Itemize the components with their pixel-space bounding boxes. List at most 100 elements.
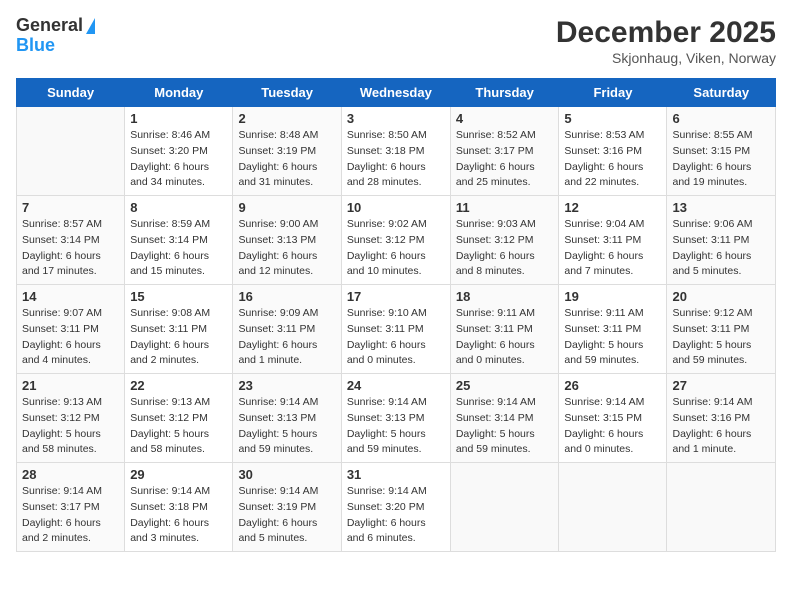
calendar-day-cell: 3 Sunrise: 8:50 AMSunset: 3:18 PMDaylight… bbox=[341, 107, 450, 196]
calendar-day-header: Tuesday bbox=[233, 79, 341, 107]
calendar-day-cell: 29 Sunrise: 9:14 AMSunset: 3:18 PMDayligh… bbox=[125, 463, 233, 552]
calendar-day-header: Sunday bbox=[17, 79, 125, 107]
day-info: Sunrise: 9:14 AMSunset: 3:15 PMDaylight:… bbox=[564, 395, 661, 458]
calendar-day-cell: 12 Sunrise: 9:04 AMSunset: 3:11 PMDayligh… bbox=[559, 196, 667, 285]
calendar-day-cell: 27 Sunrise: 9:14 AMSunset: 3:16 PMDayligh… bbox=[667, 374, 776, 463]
calendar-day-header: Saturday bbox=[667, 79, 776, 107]
calendar-day-cell: 30 Sunrise: 9:14 AMSunset: 3:19 PMDayligh… bbox=[233, 463, 341, 552]
calendar-day-cell: 24Sunrise: 9:14 AMSunset: 3:13 PMDayligh… bbox=[341, 374, 450, 463]
day-number: 17 bbox=[347, 289, 445, 304]
calendar-day-cell: 18 Sunrise: 9:11 AMSunset: 3:11 PMDayligh… bbox=[450, 285, 559, 374]
day-info: Sunrise: 9:13 AMSunset: 3:12 PMDaylight:… bbox=[130, 395, 227, 458]
calendar-day-cell: 14 Sunrise: 9:07 AMSunset: 3:11 PMDayligh… bbox=[17, 285, 125, 374]
calendar-day-header: Wednesday bbox=[341, 79, 450, 107]
calendar-day-cell: 10 Sunrise: 9:02 AMSunset: 3:12 PMDayligh… bbox=[341, 196, 450, 285]
day-number: 1 bbox=[130, 111, 227, 126]
day-info: Sunrise: 9:14 AMSunset: 3:17 PMDaylight:… bbox=[22, 484, 119, 547]
calendar-day-cell: 19Sunrise: 9:11 AMSunset: 3:11 PMDayligh… bbox=[559, 285, 667, 374]
day-number: 14 bbox=[22, 289, 119, 304]
day-info: Sunrise: 9:06 AMSunset: 3:11 PMDaylight:… bbox=[672, 217, 770, 280]
day-number: 29 bbox=[130, 467, 227, 482]
day-number: 3 bbox=[347, 111, 445, 126]
day-number: 31 bbox=[347, 467, 445, 482]
day-number: 30 bbox=[238, 467, 335, 482]
logo: General Blue bbox=[16, 16, 95, 56]
day-number: 21 bbox=[22, 378, 119, 393]
day-number: 11 bbox=[456, 200, 554, 215]
day-info: Sunrise: 9:07 AMSunset: 3:11 PMDaylight:… bbox=[22, 306, 119, 369]
day-info: Sunrise: 8:52 AMSunset: 3:17 PMDaylight:… bbox=[456, 128, 554, 191]
day-info: Sunrise: 9:00 AMSunset: 3:13 PMDaylight:… bbox=[238, 217, 335, 280]
day-number: 9 bbox=[238, 200, 335, 215]
day-number: 18 bbox=[456, 289, 554, 304]
day-info: Sunrise: 9:14 AMSunset: 3:20 PMDaylight:… bbox=[347, 484, 445, 547]
day-number: 26 bbox=[564, 378, 661, 393]
day-info: Sunrise: 9:13 AMSunset: 3:12 PMDaylight:… bbox=[22, 395, 119, 458]
calendar-week-row: 28 Sunrise: 9:14 AMSunset: 3:17 PMDayligh… bbox=[17, 463, 776, 552]
page-subtitle: Skjonhaug, Viken, Norway bbox=[556, 50, 776, 66]
day-number: 12 bbox=[564, 200, 661, 215]
day-info: Sunrise: 9:02 AMSunset: 3:12 PMDaylight:… bbox=[347, 217, 445, 280]
calendar-day-header: Thursday bbox=[450, 79, 559, 107]
calendar-day-cell: 23 Sunrise: 9:14 AMSunset: 3:13 PMDayligh… bbox=[233, 374, 341, 463]
calendar-day-cell: 4 Sunrise: 8:52 AMSunset: 3:17 PMDaylight… bbox=[450, 107, 559, 196]
calendar-day-cell: 2 Sunrise: 8:48 AMSunset: 3:19 PMDaylight… bbox=[233, 107, 341, 196]
calendar-week-row: 14 Sunrise: 9:07 AMSunset: 3:11 PMDayligh… bbox=[17, 285, 776, 374]
calendar-day-header: Friday bbox=[559, 79, 667, 107]
day-info: Sunrise: 9:12 AMSunset: 3:11 PMDaylight:… bbox=[672, 306, 770, 369]
day-number: 2 bbox=[238, 111, 335, 126]
day-info: Sunrise: 8:48 AMSunset: 3:19 PMDaylight:… bbox=[238, 128, 335, 191]
day-number: 4 bbox=[456, 111, 554, 126]
day-info: Sunrise: 8:55 AMSunset: 3:15 PMDaylight:… bbox=[672, 128, 770, 191]
page-title: December 2025 bbox=[556, 16, 776, 50]
calendar-header-row: SundayMondayTuesdayWednesdayThursdayFrid… bbox=[17, 79, 776, 107]
day-number: 16 bbox=[238, 289, 335, 304]
calendar-day-cell: 5Sunrise: 8:53 AMSunset: 3:16 PMDaylight… bbox=[559, 107, 667, 196]
calendar-day-cell: 21 Sunrise: 9:13 AMSunset: 3:12 PMDayligh… bbox=[17, 374, 125, 463]
day-info: Sunrise: 9:11 AMSunset: 3:11 PMDaylight:… bbox=[456, 306, 554, 369]
calendar-week-row: 7Sunrise: 8:57 AMSunset: 3:14 PMDaylight… bbox=[17, 196, 776, 285]
day-number: 28 bbox=[22, 467, 119, 482]
day-number: 22 bbox=[130, 378, 227, 393]
calendar-day-cell: 15Sunrise: 9:08 AMSunset: 3:11 PMDayligh… bbox=[125, 285, 233, 374]
day-number: 23 bbox=[238, 378, 335, 393]
day-info: Sunrise: 9:10 AMSunset: 3:11 PMDaylight:… bbox=[347, 306, 445, 369]
day-info: Sunrise: 9:08 AMSunset: 3:11 PMDaylight:… bbox=[130, 306, 227, 369]
day-number: 27 bbox=[672, 378, 770, 393]
day-info: Sunrise: 9:04 AMSunset: 3:11 PMDaylight:… bbox=[564, 217, 661, 280]
day-info: Sunrise: 9:14 AMSunset: 3:13 PMDaylight:… bbox=[347, 395, 445, 458]
day-number: 10 bbox=[347, 200, 445, 215]
title-block: December 2025 Skjonhaug, Viken, Norway bbox=[556, 16, 776, 66]
day-number: 6 bbox=[672, 111, 770, 126]
day-info: Sunrise: 8:50 AMSunset: 3:18 PMDaylight:… bbox=[347, 128, 445, 191]
logo-general: General bbox=[16, 16, 83, 36]
calendar-day-cell bbox=[450, 463, 559, 552]
calendar-day-cell: 8Sunrise: 8:59 AMSunset: 3:14 PMDaylight… bbox=[125, 196, 233, 285]
calendar-day-cell: 28 Sunrise: 9:14 AMSunset: 3:17 PMDayligh… bbox=[17, 463, 125, 552]
day-info: Sunrise: 8:46 AMSunset: 3:20 PMDaylight:… bbox=[130, 128, 227, 191]
day-info: Sunrise: 9:14 AMSunset: 3:18 PMDaylight:… bbox=[130, 484, 227, 547]
day-info: Sunrise: 9:14 AMSunset: 3:16 PMDaylight:… bbox=[672, 395, 770, 458]
day-number: 25 bbox=[456, 378, 554, 393]
day-info: Sunrise: 9:14 AMSunset: 3:19 PMDaylight:… bbox=[238, 484, 335, 547]
calendar-day-cell bbox=[559, 463, 667, 552]
calendar-day-cell: 31 Sunrise: 9:14 AMSunset: 3:20 PMDayligh… bbox=[341, 463, 450, 552]
calendar-day-cell bbox=[667, 463, 776, 552]
calendar-day-cell: 7Sunrise: 8:57 AMSunset: 3:14 PMDaylight… bbox=[17, 196, 125, 285]
calendar-day-cell: 13 Sunrise: 9:06 AMSunset: 3:11 PMDayligh… bbox=[667, 196, 776, 285]
calendar-day-cell bbox=[17, 107, 125, 196]
day-number: 20 bbox=[672, 289, 770, 304]
calendar-day-cell: 16Sunrise: 9:09 AMSunset: 3:11 PMDayligh… bbox=[233, 285, 341, 374]
calendar-day-cell: 26 Sunrise: 9:14 AMSunset: 3:15 PMDayligh… bbox=[559, 374, 667, 463]
day-number: 5 bbox=[564, 111, 661, 126]
day-info: Sunrise: 8:59 AMSunset: 3:14 PMDaylight:… bbox=[130, 217, 227, 280]
calendar-day-cell: 11Sunrise: 9:03 AMSunset: 3:12 PMDayligh… bbox=[450, 196, 559, 285]
day-number: 13 bbox=[672, 200, 770, 215]
calendar-week-row: 21 Sunrise: 9:13 AMSunset: 3:12 PMDayligh… bbox=[17, 374, 776, 463]
day-info: Sunrise: 9:14 AMSunset: 3:13 PMDaylight:… bbox=[238, 395, 335, 458]
day-number: 19 bbox=[564, 289, 661, 304]
calendar-day-cell: 9 Sunrise: 9:00 AMSunset: 3:13 PMDaylight… bbox=[233, 196, 341, 285]
page-header: General Blue December 2025 Skjonhaug, Vi… bbox=[16, 16, 776, 66]
day-info: Sunrise: 8:57 AMSunset: 3:14 PMDaylight:… bbox=[22, 217, 119, 280]
calendar-day-cell: 20 Sunrise: 9:12 AMSunset: 3:11 PMDayligh… bbox=[667, 285, 776, 374]
